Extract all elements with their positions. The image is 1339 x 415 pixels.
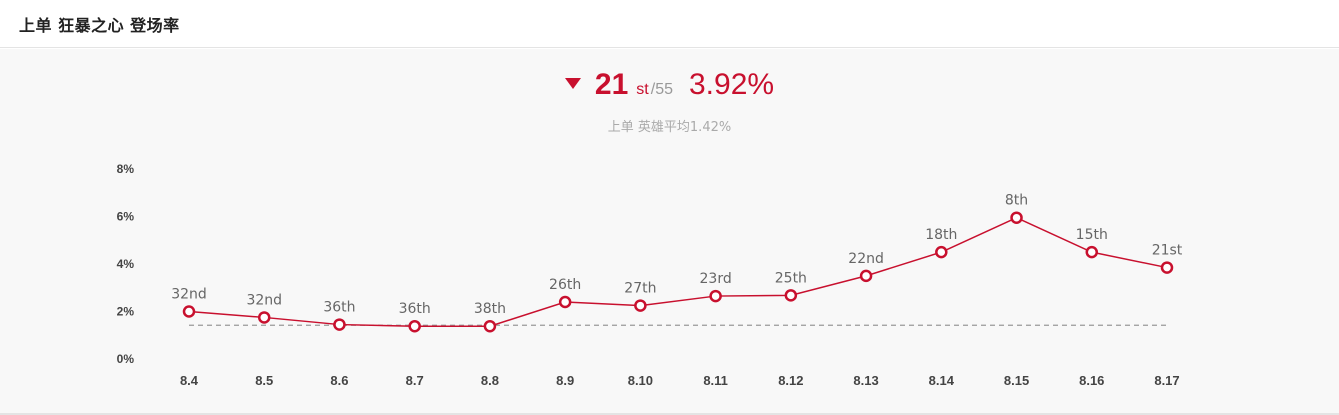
data-label: 32nd <box>171 287 207 303</box>
data-label: 26th <box>549 277 581 293</box>
x-tick-label: 8.4 <box>180 373 199 388</box>
data-point <box>558 295 572 309</box>
header-bar: 上单 狂暴之心 登场率 <box>0 0 1339 48</box>
data-point <box>709 289 722 303</box>
x-tick-label: 8.9 <box>556 373 574 388</box>
x-tick-label: 8.17 <box>1154 373 1179 388</box>
data-point <box>333 318 346 331</box>
x-tick-label: 8.10 <box>628 373 653 388</box>
x-tick-label: 8.7 <box>406 373 424 388</box>
y-axis: 0% 2% 4% 6% 8% <box>117 162 135 366</box>
data-point <box>1085 245 1099 259</box>
chart-panel: 21 st /55 3.92% 上单 英雄平均1.42% 0% 2% 4% 6% 8% … <box>0 49 1339 415</box>
data-point <box>784 289 798 302</box>
x-tick-label: 8.5 <box>255 373 273 388</box>
data-label: 27th <box>624 281 656 297</box>
data-label: 18th <box>925 227 957 243</box>
data-labels: 32nd 32nd 36th 36th 38th 26th 27th 23rd 25th 22nd… <box>171 193 1183 318</box>
x-tick-label: 8.12 <box>778 373 803 388</box>
x-tick-label: 8.16 <box>1079 373 1104 388</box>
data-label: 36th <box>399 301 431 317</box>
data-label: 21st <box>1152 243 1183 259</box>
y-tick-label: 4% <box>117 257 135 271</box>
x-axis: 8.4 8.5 8.6 8.7 8.8 8.9 8.10 8.11 8.12 8.13 8.14 8.… <box>180 373 1180 388</box>
y-tick-label: 2% <box>117 305 135 319</box>
data-label: 8th <box>1005 193 1028 209</box>
data-point <box>935 245 948 259</box>
y-tick-label: 6% <box>117 210 135 224</box>
y-tick-label: 8% <box>117 162 135 176</box>
data-point <box>859 269 873 283</box>
data-label: 15th <box>1076 227 1108 243</box>
data-label: 36th <box>323 300 355 316</box>
data-point <box>483 319 497 333</box>
x-tick-label: 8.14 <box>929 373 955 388</box>
data-label: 38th <box>474 301 506 317</box>
data-point <box>1010 211 1023 224</box>
x-tick-label: 8.6 <box>330 373 348 388</box>
data-label: 22nd <box>848 251 884 267</box>
data-point <box>182 305 196 318</box>
x-tick-label: 8.11 <box>703 373 728 388</box>
y-tick-label: 0% <box>117 352 135 366</box>
x-tick-label: 8.13 <box>853 373 878 388</box>
page-title: 上单 狂暴之心 登场率 <box>19 16 180 35</box>
data-point <box>1160 261 1174 274</box>
data-point <box>634 299 647 312</box>
data-point <box>257 311 271 324</box>
data-point <box>408 319 421 333</box>
data-label: 23rd <box>700 271 732 287</box>
pick-rate-line-chart: 0% 2% 4% 6% 8% 8.4 8.5 8.6 8.7 8.8 8.9 8.10 8.11 8.1… <box>117 162 1183 388</box>
data-label: 25th <box>775 270 807 286</box>
x-tick-label: 8.8 <box>481 373 499 388</box>
x-tick-label: 8.15 <box>1004 373 1029 388</box>
data-label: 32nd <box>246 292 282 308</box>
